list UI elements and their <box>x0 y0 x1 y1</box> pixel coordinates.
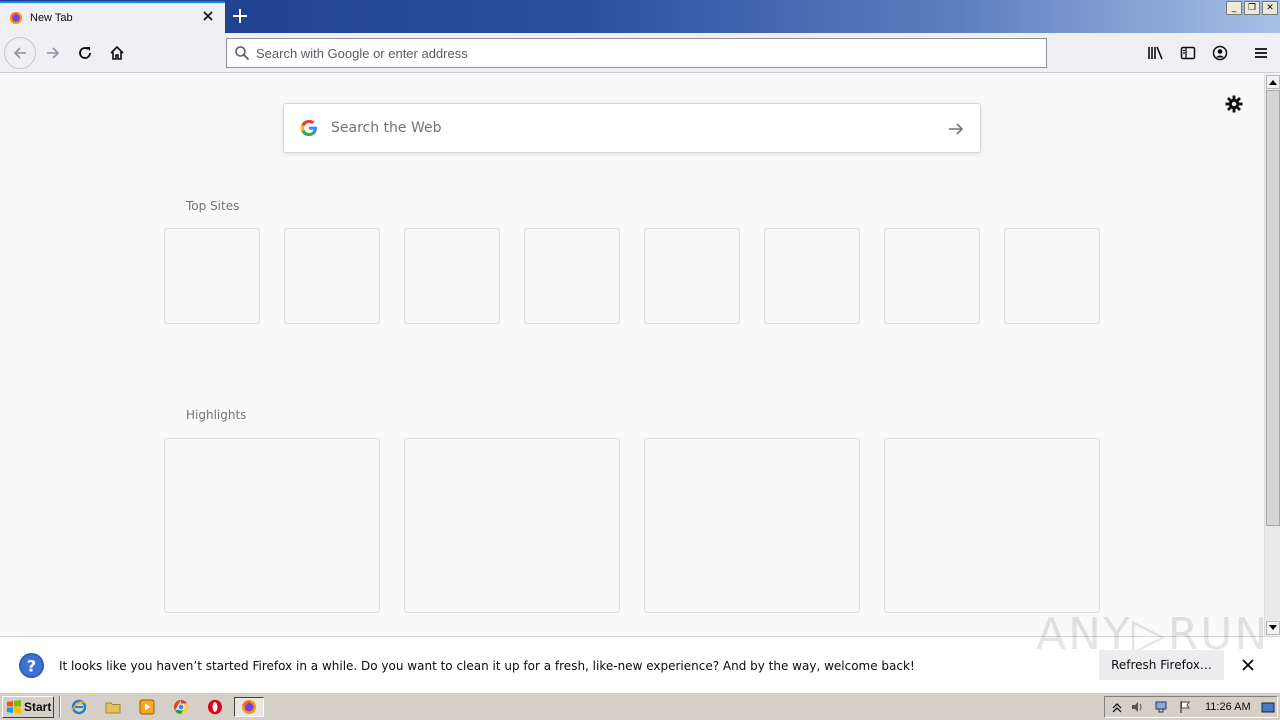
highlight-card[interactable] <box>164 438 380 613</box>
tab-new-tab[interactable]: New Tab <box>0 1 225 33</box>
triangle-down-icon <box>1269 625 1277 630</box>
search-icon <box>235 46 250 61</box>
forward-button[interactable] <box>37 37 69 69</box>
chrome-icon <box>173 699 189 715</box>
newtab-page: Top Sites Highlights <box>0 74 1264 636</box>
top-site-tile[interactable] <box>524 228 620 324</box>
reload-icon <box>79 47 91 59</box>
scroll-thumb[interactable] <box>1266 90 1280 526</box>
scroll-up-button[interactable] <box>1266 75 1280 89</box>
flag-icon[interactable] <box>1178 700 1192 714</box>
address-bar[interactable] <box>226 38 1047 68</box>
hamburger-menu-icon <box>1255 48 1267 58</box>
app-menu-button[interactable] <box>1245 37 1277 69</box>
minimize-button[interactable]: _ <box>1226 1 1242 15</box>
address-input[interactable] <box>256 45 1016 61</box>
internet-explorer-icon <box>71 699 87 715</box>
window-controls: _ ❐ ✕ <box>1226 1 1278 15</box>
close-tab-icon[interactable] <box>201 9 215 23</box>
folder-icon <box>105 702 121 714</box>
windows-logo-icon <box>7 700 21 714</box>
web-search-input[interactable] <box>331 120 921 136</box>
top-site-tile[interactable] <box>284 228 380 324</box>
start-button[interactable]: Start <box>2 696 54 718</box>
account-icon <box>1212 45 1228 61</box>
show-desktop-icon[interactable] <box>1261 700 1275 714</box>
arrow-right-icon[interactable] <box>946 119 966 139</box>
question-icon: ? <box>18 652 45 679</box>
media-player-launcher[interactable] <box>136 697 158 717</box>
refresh-firefox-button[interactable]: Refresh Firefox… <box>1099 650 1224 680</box>
library-button[interactable] <box>1140 37 1172 69</box>
top-sites-heading[interactable]: Top Sites <box>186 199 239 213</box>
opera-launcher[interactable] <box>204 697 226 717</box>
arrow-right-icon <box>47 47 60 59</box>
close-window-button[interactable]: ✕ <box>1262 1 1278 15</box>
chrome-launcher[interactable] <box>170 697 192 717</box>
top-site-tile[interactable] <box>764 228 860 324</box>
start-label: Start <box>24 700 52 714</box>
windows-taskbar: Start 11:26 AM <box>0 692 1280 720</box>
restore-button[interactable]: ❐ <box>1244 1 1260 15</box>
home-button[interactable] <box>101 37 133 69</box>
top-site-tile[interactable] <box>644 228 740 324</box>
nav-toolbar <box>0 33 1280 73</box>
tab-strip: New Tab _ ❐ ✕ <box>0 0 1280 33</box>
top-site-tile[interactable] <box>884 228 980 324</box>
triangle-up-icon <box>1269 80 1277 85</box>
firefox-taskbar-button[interactable] <box>234 697 264 717</box>
notification-bar: ? It looks like you haven’t started Fire… <box>0 609 1280 692</box>
firefox-icon <box>242 700 256 714</box>
sidebar-button[interactable] <box>1172 37 1204 69</box>
vertical-scrollbar[interactable] <box>1264 74 1280 636</box>
media-player-icon <box>139 699 155 715</box>
explorer-launcher[interactable] <box>102 697 124 717</box>
close-icon[interactable] <box>1240 657 1256 673</box>
highlight-card[interactable] <box>404 438 620 613</box>
back-button[interactable] <box>4 37 36 69</box>
firefox-icon <box>9 11 23 25</box>
gear-icon[interactable] <box>1224 94 1244 114</box>
sidebar-icon <box>1180 46 1196 60</box>
arrow-left-icon <box>13 47 26 59</box>
clock[interactable]: 11:26 AM <box>1205 701 1251 713</box>
home-icon <box>110 45 124 60</box>
highlight-card[interactable] <box>884 438 1100 613</box>
highlight-card[interactable] <box>644 438 860 613</box>
top-site-tile[interactable] <box>1004 228 1100 324</box>
opera-icon <box>208 699 222 715</box>
speaker-icon[interactable] <box>1130 700 1144 714</box>
top-site-tile[interactable] <box>164 228 260 324</box>
ie-launcher[interactable] <box>68 697 90 717</box>
scroll-down-button[interactable] <box>1266 621 1280 635</box>
system-tray: 11:26 AM <box>1104 696 1278 718</box>
taskbar-separator <box>59 696 61 718</box>
reload-button[interactable] <box>69 37 101 69</box>
network-icon[interactable] <box>1154 700 1168 714</box>
chevron-up-icon[interactable] <box>1110 700 1124 714</box>
top-site-tile[interactable] <box>404 228 500 324</box>
web-search-box[interactable] <box>283 103 981 153</box>
library-icon <box>1148 46 1163 60</box>
tab-title: New Tab <box>30 12 73 24</box>
google-logo-icon <box>300 119 317 136</box>
svg-text:?: ? <box>27 656 37 675</box>
account-button[interactable] <box>1204 37 1236 69</box>
highlights-heading[interactable]: Highlights <box>186 408 246 422</box>
notification-message: It looks like you haven’t started Firefo… <box>59 659 915 673</box>
new-tab-plus-icon[interactable] <box>230 6 250 26</box>
